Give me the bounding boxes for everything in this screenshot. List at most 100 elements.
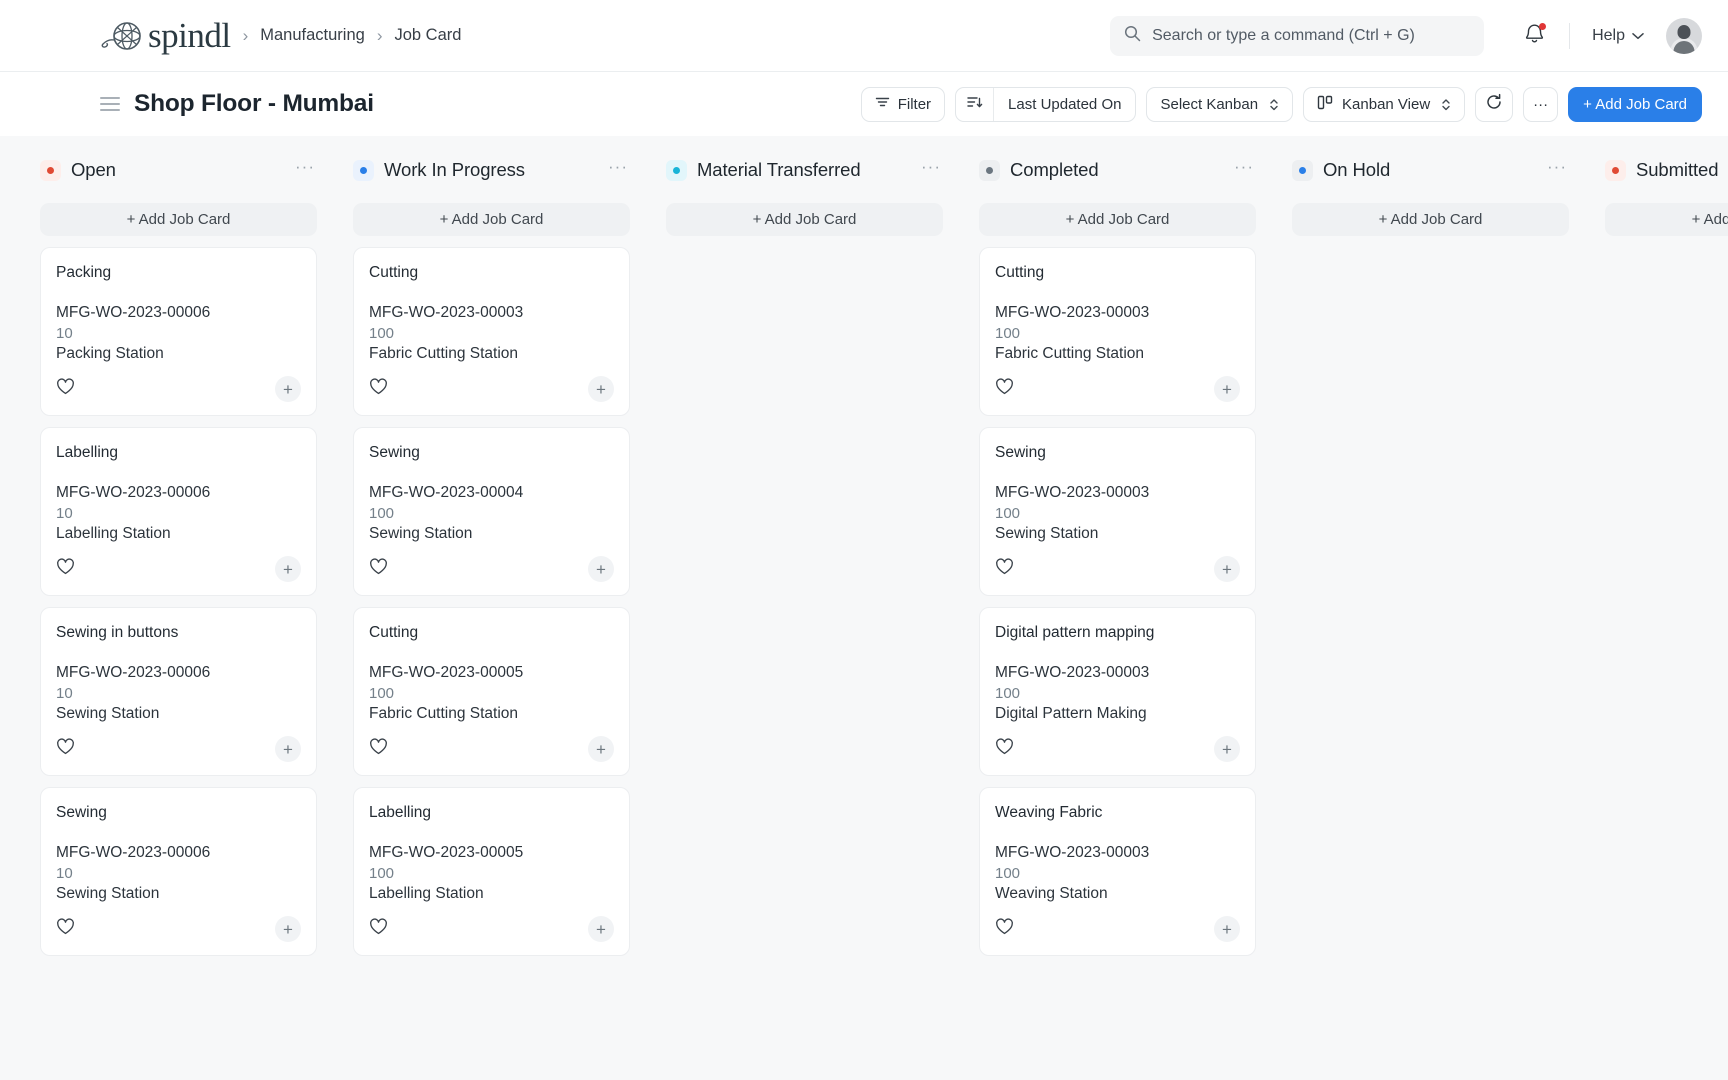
kanban-column: On Hold ··· + Add Job Card: [1274, 154, 1587, 1080]
heart-icon[interactable]: [369, 918, 388, 940]
add-job-card-button[interactable]: + Add Job Card: [1568, 87, 1702, 122]
heart-icon[interactable]: [995, 378, 1014, 400]
job-card[interactable]: Cutting MFG-WO-2023-00003 100 Fabric Cut…: [979, 247, 1256, 416]
ellipsis-icon: ···: [1533, 96, 1548, 113]
navbar-right-group: Search or type a command (Ctrl + G) Help: [1110, 16, 1702, 56]
job-card-footer: +: [995, 903, 1240, 955]
job-card[interactable]: Sewing MFG-WO-2023-00003 100 Sewing Stat…: [979, 427, 1256, 596]
kanban-column-menu-button[interactable]: ···: [1234, 162, 1254, 178]
job-card-title: Cutting: [369, 264, 614, 282]
avatar[interactable]: [1666, 18, 1702, 54]
job-card-work-order: MFG-WO-2023-00003: [995, 844, 1240, 862]
heart-icon[interactable]: [56, 558, 75, 580]
kanban-column-header-work-in-progress: Work In Progress ···: [353, 154, 630, 186]
job-card[interactable]: Weaving Fabric MFG-WO-2023-00003 100 Wea…: [979, 787, 1256, 956]
job-card[interactable]: Digital pattern mapping MFG-WO-2023-0000…: [979, 607, 1256, 776]
job-card-workstation: Sewing Station: [995, 525, 1240, 543]
heart-icon[interactable]: [995, 738, 1014, 760]
heart-icon[interactable]: [369, 378, 388, 400]
kanban-column-title: Material Transferred: [697, 159, 861, 181]
job-card-workstation: Labelling Station: [369, 885, 614, 903]
job-card-quantity: 10: [56, 685, 301, 702]
add-assignee-button[interactable]: +: [275, 376, 301, 402]
sort-field-button[interactable]: Last Updated On: [994, 88, 1135, 121]
status-dot: [673, 167, 680, 174]
heart-icon[interactable]: [995, 918, 1014, 940]
add-assignee-button[interactable]: +: [275, 736, 301, 762]
refresh-button[interactable]: [1475, 87, 1513, 122]
job-card[interactable]: Sewing MFG-WO-2023-00004 100 Sewing Stat…: [353, 427, 630, 596]
toolbar-actions: Filter Last Updated On Select Kanban: [861, 87, 1702, 122]
sort-control-group: Last Updated On: [955, 87, 1136, 122]
job-card-quantity: 100: [369, 865, 614, 882]
status-dot: [47, 167, 54, 174]
kanban-column: Material Transferred ··· + Add Job Card: [648, 154, 961, 1080]
job-card-title: Weaving Fabric: [995, 804, 1240, 822]
refresh-icon: [1485, 93, 1503, 115]
add-assignee-button[interactable]: +: [588, 376, 614, 402]
job-card[interactable]: Sewing MFG-WO-2023-00006 10 Sewing Stati…: [40, 787, 317, 956]
search-input[interactable]: Search or type a command (Ctrl + G): [1110, 16, 1484, 56]
filter-icon: [875, 95, 890, 113]
add-assignee-button[interactable]: +: [1214, 736, 1240, 762]
job-card-footer: +: [995, 363, 1240, 415]
job-card-workstation: Sewing Station: [56, 885, 301, 903]
job-card[interactable]: Packing MFG-WO-2023-00006 10 Packing Sta…: [40, 247, 317, 416]
add-assignee-button[interactable]: +: [275, 556, 301, 582]
add-assignee-button[interactable]: +: [588, 556, 614, 582]
heart-icon[interactable]: [369, 558, 388, 580]
select-kanban-dropdown[interactable]: Select Kanban: [1146, 87, 1293, 122]
heart-icon[interactable]: [369, 738, 388, 760]
job-card[interactable]: Cutting MFG-WO-2023-00005 100 Fabric Cut…: [353, 607, 630, 776]
add-assignee-button[interactable]: +: [588, 916, 614, 942]
job-card-quantity: 100: [995, 505, 1240, 522]
job-card[interactable]: Labelling MFG-WO-2023-00005 100 Labellin…: [353, 787, 630, 956]
heart-icon[interactable]: [56, 738, 75, 760]
heart-icon[interactable]: [56, 918, 75, 940]
add-assignee-button[interactable]: +: [588, 736, 614, 762]
breadcrumb-separator-2: ›: [377, 27, 383, 44]
breadcrumb-job-card[interactable]: Job Card: [394, 26, 461, 45]
column-add-job-card-button[interactable]: + Add Job Card: [666, 203, 943, 236]
job-card-footer: +: [369, 363, 614, 415]
add-assignee-button[interactable]: +: [1214, 556, 1240, 582]
filter-button[interactable]: Filter: [861, 87, 945, 122]
kanban-view-dropdown[interactable]: Kanban View: [1303, 87, 1465, 122]
job-card[interactable]: Labelling MFG-WO-2023-00006 10 Labelling…: [40, 427, 317, 596]
kanban-board-icon: [1317, 95, 1334, 114]
more-options-button[interactable]: ···: [1523, 87, 1558, 122]
job-card-workstation: Labelling Station: [56, 525, 301, 543]
kanban-column-menu-button[interactable]: ···: [608, 162, 628, 178]
notifications-button[interactable]: [1519, 21, 1549, 51]
job-card-work-order: MFG-WO-2023-00006: [56, 304, 301, 322]
heart-icon[interactable]: [56, 378, 75, 400]
sidebar-toggle-button[interactable]: [100, 97, 120, 111]
kanban-column-menu-button[interactable]: ···: [921, 162, 941, 178]
add-assignee-button[interactable]: +: [1214, 916, 1240, 942]
sort-direction-button[interactable]: [956, 88, 994, 121]
brand-home-link[interactable]: spindl: [100, 18, 231, 53]
kanban-column-menu-button[interactable]: ···: [295, 162, 315, 178]
job-card-workstation: Sewing Station: [369, 525, 614, 543]
status-dot-badge: [40, 160, 61, 181]
column-add-job-card-button[interactable]: + Add Job Card: [1605, 203, 1728, 236]
add-assignee-button[interactable]: +: [1214, 376, 1240, 402]
job-card-quantity: 100: [369, 685, 614, 702]
job-card-quantity: 10: [56, 325, 301, 342]
breadcrumb-manufacturing[interactable]: Manufacturing: [260, 26, 365, 45]
kanban-column-cards: Packing MFG-WO-2023-00006 10 Packing Sta…: [40, 247, 317, 956]
job-card[interactable]: Sewing in buttons MFG-WO-2023-00006 10 S…: [40, 607, 317, 776]
job-card[interactable]: Cutting MFG-WO-2023-00003 100 Fabric Cut…: [353, 247, 630, 416]
job-card-footer: +: [56, 363, 301, 415]
filter-label: Filter: [898, 96, 931, 113]
column-add-job-card-button[interactable]: + Add Job Card: [353, 203, 630, 236]
column-add-job-card-button[interactable]: + Add Job Card: [40, 203, 317, 236]
help-menu-button[interactable]: Help: [1592, 27, 1644, 45]
kanban-column-menu-button[interactable]: ···: [1547, 162, 1567, 178]
add-assignee-button[interactable]: +: [275, 916, 301, 942]
column-add-job-card-button[interactable]: + Add Job Card: [1292, 203, 1569, 236]
column-add-job-card-button[interactable]: + Add Job Card: [979, 203, 1256, 236]
heart-icon[interactable]: [995, 558, 1014, 580]
job-card-footer: +: [369, 723, 614, 775]
job-card-title: Sewing: [56, 804, 301, 822]
